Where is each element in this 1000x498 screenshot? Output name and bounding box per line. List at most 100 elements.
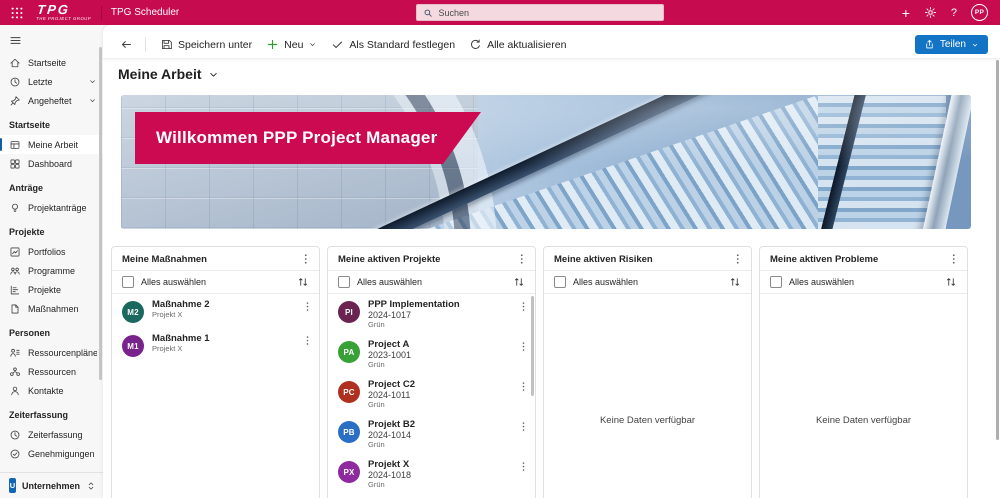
sidebar-item-ma-nahmen[interactable]: Maßnahmen bbox=[0, 299, 103, 318]
topbar-actions: + ? PP bbox=[902, 4, 988, 21]
sidebar-item-projekte[interactable]: Projekte bbox=[0, 280, 103, 299]
sidebar-item-letzte[interactable]: Letzte bbox=[0, 72, 103, 91]
toolbar-divider bbox=[145, 37, 146, 52]
more-options-button[interactable] bbox=[520, 339, 527, 352]
more-options-button[interactable] bbox=[520, 299, 527, 312]
checkmark-icon bbox=[331, 38, 344, 51]
sort-button[interactable] bbox=[945, 276, 957, 288]
item-code: 2023-1001 bbox=[368, 350, 412, 360]
waffle-icon[interactable] bbox=[10, 6, 24, 20]
logo-text: TPG bbox=[36, 2, 71, 18]
chevron-down-icon[interactable] bbox=[208, 69, 219, 80]
sidebar-item-angeheftet[interactable]: Angeheftet bbox=[0, 91, 103, 110]
sidebar-item-ressourcenpl-ne[interactable]: Ressourcenpläne bbox=[0, 343, 103, 362]
empty-message: Keine Daten verfügbar bbox=[815, 414, 912, 426]
back-button[interactable] bbox=[115, 35, 138, 54]
list-scrollbar-thumb[interactable] bbox=[531, 296, 534, 396]
item-text: Project A 2023-1001 Grün bbox=[368, 339, 512, 369]
select-all-checkbox[interactable] bbox=[338, 276, 350, 288]
select-all-row: Alles auswählen bbox=[760, 271, 967, 294]
sidebar-item-genehmigungen[interactable]: Genehmigungen bbox=[0, 444, 103, 463]
sidebar-item-programme[interactable]: Programme bbox=[0, 261, 103, 280]
item-name: Projekt X bbox=[368, 459, 410, 470]
add-icon[interactable]: + bbox=[902, 6, 910, 20]
new-label: Neu bbox=[284, 38, 304, 51]
banner-image: Willkommen PPP Project Manager bbox=[121, 95, 971, 229]
empty-message: Keine Daten verfügbar bbox=[599, 414, 696, 426]
list-item[interactable]: PC Project C2 2024-1011 Grün bbox=[328, 374, 535, 414]
page-title-row: Meine Arbeit bbox=[118, 66, 1000, 82]
sidebar-section-header: Anträge bbox=[9, 183, 44, 193]
sidebar-item-meine-arbeit[interactable]: Meine Arbeit bbox=[0, 135, 103, 154]
list-item[interactable]: PA Project A 2023-1001 Grün bbox=[328, 334, 535, 374]
sidebar-item-label: Portfolios bbox=[28, 246, 66, 257]
org-switcher[interactable]: U Unternehmen bbox=[0, 472, 103, 498]
refresh-all-button[interactable]: Alle aktualisieren bbox=[462, 35, 573, 54]
more-options-button[interactable] bbox=[520, 379, 527, 392]
welcome-text: Willkommen PPP Project Manager bbox=[156, 128, 438, 147]
help-icon[interactable]: ? bbox=[951, 7, 957, 19]
sidebar-item-ressourcen[interactable]: Ressourcen bbox=[0, 362, 103, 381]
select-all-row: Alles auswählen bbox=[328, 271, 535, 294]
item-status: Projekt X bbox=[152, 310, 183, 319]
item-text: Projekt X 2024-1018 Grün bbox=[368, 459, 512, 489]
list-item[interactable]: PB Projekt B2 2024-1014 Grün bbox=[328, 414, 535, 454]
card-list: PI PPP Implementation 2024-1017 Grün PA Proje… bbox=[328, 294, 535, 498]
sidebar-item-label: Genehmigungen bbox=[28, 448, 95, 459]
sort-button[interactable] bbox=[513, 276, 525, 288]
save-icon bbox=[160, 38, 173, 51]
more-options-button[interactable] bbox=[304, 299, 311, 312]
sidebar-item-zeiterfassung[interactable]: Zeiterfassung bbox=[0, 425, 103, 444]
card-title: Meine Maßnahmen bbox=[122, 253, 207, 265]
list-item[interactable]: PI PPP Implementation 2024-1017 Grün bbox=[328, 294, 535, 334]
card-title: Meine aktiven Probleme bbox=[770, 253, 879, 265]
list-item[interactable]: M2 Maßnahme 2 Projekt X bbox=[112, 294, 319, 328]
sidebar-item-kontakte[interactable]: Kontakte bbox=[0, 381, 103, 400]
list-item[interactable]: M1 Maßnahme 1 Projekt X bbox=[112, 328, 319, 362]
chevdown-icon bbox=[88, 77, 97, 86]
avatar: PB bbox=[338, 421, 360, 443]
item-status: Grün bbox=[368, 440, 385, 449]
select-all-checkbox[interactable] bbox=[122, 276, 134, 288]
sidebar-item-startseite[interactable]: Startseite bbox=[0, 53, 103, 72]
select-all-checkbox[interactable] bbox=[770, 276, 782, 288]
card-title: Meine aktiven Risiken bbox=[554, 253, 653, 265]
sidebar-item-portfolios[interactable]: Portfolios bbox=[0, 242, 103, 261]
sidebar-scrollbar-thumb[interactable] bbox=[99, 47, 102, 380]
more-options-button[interactable] bbox=[734, 253, 742, 265]
sort-button[interactable] bbox=[297, 276, 309, 288]
topbar-divider bbox=[100, 5, 102, 20]
share-icon bbox=[924, 39, 935, 50]
new-button[interactable]: Neu bbox=[259, 35, 324, 54]
more-options-button[interactable] bbox=[520, 419, 527, 432]
card-list: M2 Maßnahme 2 Projekt X M1 Maßnahme 1 Projekt… bbox=[112, 294, 319, 362]
search-input[interactable] bbox=[438, 7, 658, 18]
more-options-button[interactable] bbox=[950, 253, 958, 265]
project-icon bbox=[9, 284, 21, 296]
welcome-banner: Willkommen PPP Project Manager bbox=[135, 112, 481, 164]
card-meine-aktiven-risiken: Meine aktiven Risiken Alles auswählen Kein… bbox=[543, 246, 752, 498]
more-options-button[interactable] bbox=[518, 253, 526, 265]
item-name: Project C2 bbox=[368, 379, 415, 390]
list-item[interactable]: PXProjekt XY bbox=[328, 494, 535, 498]
select-all-checkbox[interactable] bbox=[554, 276, 566, 288]
gear-icon[interactable] bbox=[924, 6, 937, 19]
sidebar-item-projektantr-ge[interactable]: Projektanträge bbox=[0, 198, 103, 217]
search-box[interactable] bbox=[416, 4, 665, 21]
hamburger-menu-icon[interactable] bbox=[0, 29, 103, 53]
resource-icon bbox=[9, 366, 21, 378]
set-default-label: Als Standard festlegen bbox=[349, 38, 456, 51]
card-header: Meine aktiven Probleme bbox=[760, 247, 967, 271]
more-options-button[interactable] bbox=[304, 333, 311, 346]
share-button[interactable]: Teilen bbox=[914, 35, 988, 54]
user-avatar[interactable]: PP bbox=[971, 4, 988, 21]
set-default-button[interactable]: Als Standard festlegen bbox=[324, 35, 462, 54]
save-as-button[interactable]: Speichern unter bbox=[153, 35, 259, 54]
sidebar-item-dashboard[interactable]: Dashboard bbox=[0, 154, 103, 173]
sort-button[interactable] bbox=[729, 276, 741, 288]
list-item[interactable]: PX Projekt X 2024-1018 Grün bbox=[328, 454, 535, 494]
more-options-button[interactable] bbox=[520, 459, 527, 472]
main-scrollbar-thumb[interactable] bbox=[996, 60, 999, 440]
more-options-button[interactable] bbox=[302, 253, 310, 265]
card-list: Keine Daten verfügbar bbox=[544, 294, 751, 498]
